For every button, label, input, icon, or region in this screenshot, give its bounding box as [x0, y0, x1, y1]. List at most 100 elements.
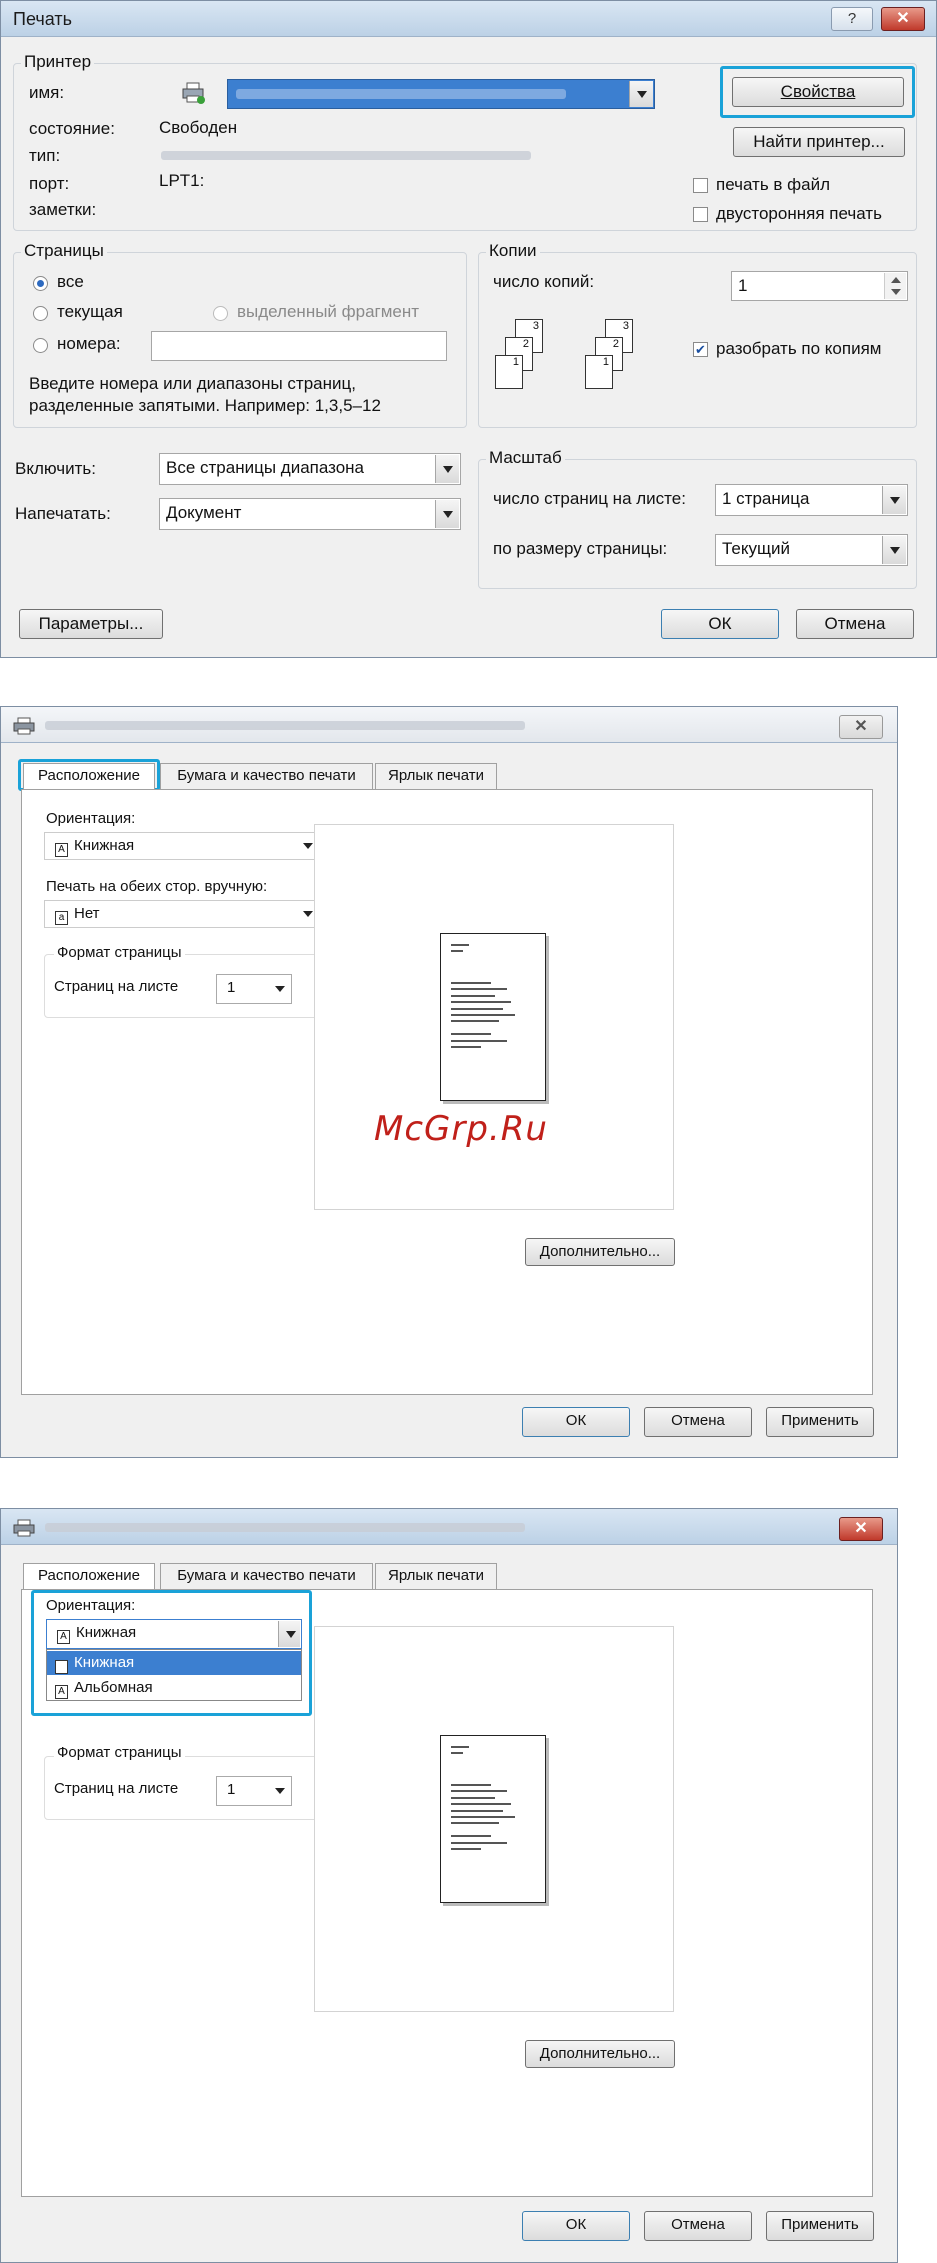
properties-titlebar: ✕ [1, 707, 897, 743]
page-numbers-input[interactable] [151, 331, 447, 361]
current-page-label: текущая [57, 302, 123, 321]
cancel-button[interactable]: Отмена [644, 2211, 752, 2241]
find-printer-button[interactable]: Найти принтер... [733, 127, 905, 157]
tab-layout[interactable]: Расположение [23, 1563, 155, 1589]
printer-icon [13, 717, 35, 735]
selection-radio[interactable] [213, 306, 228, 321]
copies-label: число копий: [493, 272, 595, 291]
collate-checkbox[interactable]: ✔ [693, 342, 708, 357]
tab-shortcuts[interactable]: Ярлык печати [375, 763, 497, 789]
preview-text-line [451, 1039, 507, 1042]
pages-per-sheet-label: число страниц на листе: [493, 489, 686, 508]
cancel-button[interactable]: Отмена [796, 609, 914, 639]
pages-per-sheet-select[interactable]: 1 страница [715, 484, 908, 516]
chevron-down-icon[interactable] [882, 536, 906, 564]
preview-text-line [451, 1014, 515, 1016]
port-value: LPT1: [159, 171, 205, 190]
tab-shortcuts[interactable]: Ярлык печати [375, 1563, 497, 1589]
print-dialog-title: Печать [13, 9, 72, 29]
pages-hint-line2: разделенные запятыми. Например: 1,3,5–12 [29, 396, 381, 415]
preview-text-line [451, 1752, 463, 1754]
pages-hint-line1: Введите номера или диапазоны страниц, [29, 374, 356, 393]
name-label: имя: [29, 83, 65, 102]
orientation-label: Ориентация: [46, 810, 136, 827]
scale-value: Текущий [722, 539, 790, 558]
pages-per-sheet-value: 1 [227, 979, 236, 996]
properties-title-redacted [45, 1523, 525, 1532]
preview-text-line [451, 1841, 507, 1844]
all-pages-label: все [57, 272, 84, 291]
print-to-file-checkbox[interactable] [693, 178, 708, 193]
chevron-down-icon[interactable] [435, 500, 459, 528]
orientation-select[interactable]: A Книжная [44, 832, 320, 860]
port-label: порт: [29, 174, 70, 193]
preview-text-line [451, 1822, 499, 1825]
printer-icon [13, 1519, 35, 1537]
printer-properties-dialog-orientation-open: ✕ Расположение Бумага и качество печати … [0, 1508, 898, 2263]
ok-button[interactable]: ОК [522, 2211, 630, 2241]
copies-spinner-icon[interactable] [884, 273, 906, 299]
options-button[interactable]: Параметры... [19, 609, 163, 639]
print-dialog-titlebar: Печать ? ✕ [1, 1, 936, 37]
preview-text-line [451, 1835, 491, 1838]
apply-button[interactable]: Применить [766, 1407, 874, 1437]
pages-per-sheet-value: 1 страница [722, 489, 810, 508]
include-select[interactable]: Все страницы диапазона [159, 453, 461, 485]
close-icon[interactable]: ✕ [839, 715, 883, 739]
ok-button[interactable]: ОК [661, 609, 779, 639]
zoom-group-label: Масштаб [486, 448, 565, 468]
close-icon[interactable]: ✕ [881, 7, 925, 31]
tab-layout[interactable]: Расположение [23, 763, 155, 789]
chevron-down-icon[interactable] [435, 455, 459, 483]
scale-select[interactable]: Текущий [715, 534, 908, 566]
cancel-button[interactable]: Отмена [644, 1407, 752, 1437]
pages-group-label: Страницы [21, 241, 107, 261]
include-value: Все страницы диапазона [166, 458, 365, 477]
tab-paper-quality[interactable]: Бумага и качество печати [160, 1563, 373, 1589]
page-format-label: Формат страницы [54, 1744, 185, 1761]
manual-duplex-select[interactable]: a Нет [44, 900, 320, 928]
preview-page-icon [440, 933, 546, 1101]
preview-text-line [451, 1790, 507, 1793]
print-what-select[interactable]: Документ [159, 498, 461, 530]
preview-text-line [451, 1745, 469, 1748]
copies-input[interactable]: 1 [731, 271, 908, 301]
printer-name-select[interactable] [227, 79, 655, 109]
print-dialog: Печать ? ✕ Принтер имя: состояние: Свобо… [0, 0, 937, 658]
help-icon[interactable]: ? [831, 7, 873, 31]
notes-label: заметки: [29, 200, 97, 219]
preview-text-line [451, 1816, 515, 1818]
page-format-label: Формат страницы [54, 944, 185, 961]
advanced-button[interactable]: Дополнительно... [525, 2040, 675, 2068]
pages-per-sheet-select[interactable]: 1 [216, 1776, 292, 1806]
preview-text-line [451, 1020, 499, 1023]
all-pages-radio[interactable] [33, 276, 48, 291]
preview-page-icon [440, 1735, 546, 1903]
current-page-radio[interactable] [33, 306, 48, 321]
collate-illustration-b: 3 2 1 [577, 319, 657, 409]
pages-per-sheet-value: 1 [227, 1781, 236, 1798]
properties-button[interactable]: Свойства [732, 77, 904, 107]
chevron-down-icon[interactable] [882, 486, 906, 514]
tab-paper-quality[interactable]: Бумага и качество печати [160, 763, 373, 789]
status-value: Свободен [159, 118, 238, 137]
duplex-checkbox[interactable] [693, 207, 708, 222]
close-icon[interactable]: ✕ [839, 1517, 883, 1541]
portrait-page-icon: A [55, 843, 68, 857]
chevron-down-icon[interactable] [629, 81, 653, 107]
ok-button[interactable]: ОК [522, 1407, 630, 1437]
printer-properties-dialog: ✕ Расположение Бумага и качество печати … [0, 706, 898, 1458]
pages-per-sheet-label: Страниц на листе [54, 978, 179, 995]
preview-text-line [451, 1784, 491, 1786]
pages-per-sheet-select[interactable]: 1 [216, 974, 292, 1004]
preview-text-line [451, 943, 469, 946]
print-to-file-label: печать в файл [716, 175, 831, 194]
advanced-button[interactable]: Дополнительно... [525, 1238, 675, 1266]
page-numbers-radio[interactable] [33, 338, 48, 353]
orientation-highlight [31, 1590, 312, 1716]
preview-text-line [451, 988, 507, 991]
stack-a-page-1: 1 [495, 355, 523, 389]
stack-b-page-1: 1 [585, 355, 613, 389]
apply-button[interactable]: Применить [766, 2211, 874, 2241]
properties-title-redacted [45, 721, 525, 730]
